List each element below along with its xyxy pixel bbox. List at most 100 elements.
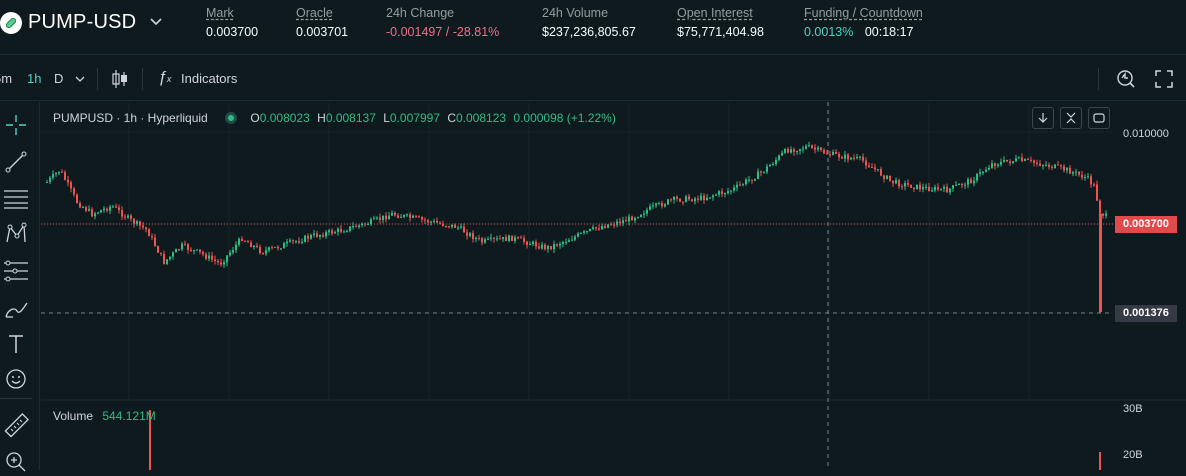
text-icon[interactable]	[2, 330, 30, 358]
candle-body	[340, 228, 342, 232]
candle-body	[1102, 213, 1104, 216]
candle-body	[274, 246, 276, 248]
fib-retracement-icon[interactable]	[2, 257, 30, 285]
candle-body	[163, 253, 165, 264]
candle-body	[817, 147, 819, 150]
candle-body	[439, 222, 441, 224]
candle-body	[454, 224, 456, 228]
interval-1h[interactable]: 1h	[27, 71, 41, 86]
candle-body	[364, 223, 366, 225]
candle-body	[223, 262, 225, 265]
chevron-down-icon[interactable]	[75, 74, 85, 84]
candle-body	[328, 230, 330, 233]
candle-body	[124, 216, 126, 218]
indicators-button[interactable]: Indicators	[181, 71, 237, 86]
candle-body	[1039, 163, 1041, 166]
interval-5m[interactable]: 5m	[0, 71, 12, 86]
candle-body	[232, 250, 234, 253]
candle-body	[880, 169, 882, 176]
interval-d[interactable]: D	[54, 71, 63, 86]
candle-body	[544, 244, 546, 250]
replay-icon[interactable]	[1116, 69, 1136, 89]
maximize-pane-icon[interactable]	[1088, 107, 1110, 129]
candle-body	[997, 164, 999, 166]
candle-body	[883, 175, 885, 179]
price-chart-canvas[interactable]	[41, 102, 1186, 470]
candle-body	[1024, 158, 1026, 161]
candle-body	[628, 216, 630, 222]
candle-body	[565, 241, 567, 243]
candle-body	[709, 197, 711, 199]
candle-body	[535, 241, 537, 247]
drawing-toolbar	[0, 102, 40, 472]
brush-icon[interactable]	[2, 295, 30, 323]
candle-body	[742, 184, 744, 186]
candle-body	[781, 152, 783, 156]
stat-mark-label[interactable]: Mark	[206, 6, 258, 20]
crosshair-icon[interactable]	[2, 111, 30, 139]
candle-body	[286, 241, 288, 244]
candle-body	[844, 154, 846, 159]
market-selector[interactable]: PUMP-USD	[28, 11, 136, 34]
candle-body	[640, 214, 642, 218]
candles-icon[interactable]	[111, 69, 129, 89]
candle-body	[244, 240, 246, 242]
stat-funding-label[interactable]: Funding / Countdown	[804, 6, 923, 20]
candle-body	[1003, 159, 1005, 162]
candle-body	[589, 228, 591, 232]
candle-body	[529, 244, 531, 246]
chevron-down-icon[interactable]	[149, 14, 163, 28]
candle-body	[97, 212, 99, 214]
candle-body	[493, 237, 495, 239]
stat-open-interest-label[interactable]: Open Interest	[677, 6, 764, 20]
candle-body	[295, 241, 297, 243]
candle-body	[616, 221, 618, 225]
candle-body	[217, 260, 219, 263]
fullscreen-icon[interactable]	[1155, 70, 1173, 88]
stat-24h-volume-label: 24h Volume	[542, 6, 609, 20]
candle-body	[952, 185, 954, 189]
candle-body	[256, 245, 258, 247]
ruler-icon[interactable]	[2, 412, 30, 440]
arrow-down-icon[interactable]	[1032, 107, 1054, 129]
candle-body	[1045, 164, 1047, 166]
horizontal-lines-icon[interactable]	[2, 184, 30, 212]
candle-body	[151, 236, 153, 238]
emoji-icon[interactable]	[2, 365, 30, 393]
candle-body	[919, 184, 921, 190]
candle-body	[517, 237, 519, 239]
candle-body	[94, 213, 96, 217]
current-price-tag: 0.003700	[1115, 216, 1177, 233]
candle-body	[484, 239, 486, 243]
candle-body	[850, 157, 852, 160]
candle-body	[976, 173, 978, 181]
candle-body	[595, 227, 597, 229]
pattern-icon[interactable]	[2, 220, 30, 248]
legend-symbol: PUMPUSD · 1h · Hyperliquid	[53, 111, 208, 125]
trendline-icon[interactable]	[2, 148, 30, 176]
legend-change: 0.000098 (+1.22%)	[513, 111, 616, 125]
candle-body	[142, 225, 144, 228]
stat-oracle-label[interactable]: Oracle	[296, 6, 348, 20]
collapse-icon[interactable]	[1060, 107, 1082, 129]
candle-body	[805, 146, 807, 149]
candle-body	[289, 240, 291, 242]
candle-body	[943, 186, 945, 189]
zoom-in-icon[interactable]	[2, 448, 30, 476]
candle-body	[1036, 162, 1038, 164]
candle-body	[643, 213, 645, 215]
function-icon[interactable]: ƒx	[158, 69, 171, 87]
candle-body	[958, 183, 960, 185]
candle-body	[745, 179, 747, 185]
candle-body	[730, 190, 732, 192]
stat-mark-value: 0.003700	[206, 25, 259, 39]
candle-body	[247, 241, 249, 243]
candle-body	[691, 199, 693, 202]
cursor-price-tag: 0.001376	[1115, 305, 1177, 322]
candle-body	[793, 149, 795, 152]
candle-body	[475, 237, 477, 240]
candle-body	[712, 195, 714, 198]
legend-close-key: C	[447, 111, 456, 125]
candle-body	[343, 231, 345, 233]
pump-logo-icon	[0, 12, 22, 34]
